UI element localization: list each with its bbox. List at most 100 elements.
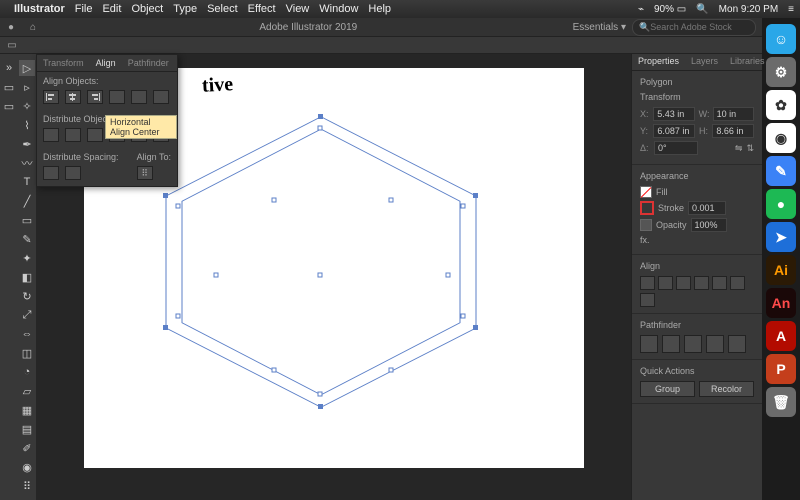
dock-app-trash[interactable]: 🗑 [766, 387, 796, 417]
curvature-tool[interactable]: 〰 [19, 155, 35, 171]
window-close[interactable]: ● [2, 18, 20, 36]
h-field[interactable]: 8.66 in [712, 124, 754, 138]
menu-select[interactable]: Select [207, 3, 238, 15]
perspective-tool[interactable]: ▱ [19, 383, 35, 399]
menu-help[interactable]: Help [368, 3, 391, 15]
more-tools-icon[interactable]: » [1, 60, 17, 76]
p-align-right-icon[interactable] [676, 276, 691, 290]
pf-unite-icon[interactable] [640, 335, 658, 353]
flip-v-icon[interactable]: ⇅ [746, 143, 754, 154]
stroke-swatch-prop[interactable] [640, 201, 654, 215]
dock-app-notes[interactable]: ✎ [766, 156, 796, 186]
recolor-button[interactable]: Recolor [699, 381, 754, 397]
line-tool[interactable]: ╱ [19, 193, 35, 209]
align-hcenter-icon[interactable] [65, 90, 81, 104]
menu-window[interactable]: Window [319, 3, 358, 15]
gradient-tool[interactable]: ▤ [19, 421, 35, 437]
wifi-icon[interactable]: ⌁ [638, 4, 644, 15]
rectangle-tool[interactable]: ▭ [19, 212, 35, 228]
flip-h-icon[interactable]: ⇋ [735, 143, 743, 154]
align-right-icon[interactable] [87, 90, 103, 104]
p-align-bottom-icon[interactable] [730, 276, 745, 290]
p-align-hcenter-icon[interactable] [658, 276, 673, 290]
angle-field[interactable]: 0° [654, 141, 698, 155]
y-field[interactable]: 6.087 in [653, 124, 695, 138]
p-align-vcenter-icon[interactable] [712, 276, 727, 290]
tab-layers[interactable]: Layers [685, 54, 724, 70]
dist-vcenter-icon[interactable] [65, 128, 81, 142]
shaper-tool[interactable]: ✦ [19, 250, 35, 266]
fx-label[interactable]: fx. [640, 235, 650, 245]
pf-minus-front-icon[interactable] [662, 335, 680, 353]
w-field[interactable]: 10 in [713, 107, 754, 121]
width-tool[interactable]: ⇔ [19, 326, 35, 342]
file-icon[interactable]: ▭ [1, 79, 17, 95]
menu-view[interactable]: View [286, 3, 310, 15]
eyedropper-tool[interactable]: ✐ [19, 440, 35, 456]
tab-align[interactable]: Align [90, 58, 122, 68]
home-icon[interactable]: ⌂ [24, 18, 42, 36]
dock-app-photos[interactable]: ✿ [766, 90, 796, 120]
pf-divide-icon[interactable] [728, 335, 746, 353]
p-align-left-icon[interactable] [640, 276, 655, 290]
dock-app-spotify[interactable]: ● [766, 189, 796, 219]
dist-top-icon[interactable] [43, 128, 59, 142]
align-vcenter-icon[interactable] [131, 90, 147, 104]
blend-tool[interactable]: ◉ [19, 459, 35, 475]
menu-edit[interactable]: Edit [102, 3, 121, 15]
menu-object[interactable]: Object [131, 3, 163, 15]
type-tool[interactable]: T [19, 174, 35, 190]
lasso-tool[interactable]: ⌇ [19, 117, 35, 133]
shape-builder-tool[interactable]: ◔ [19, 364, 35, 380]
opacity-swatch[interactable] [640, 219, 652, 231]
fill-swatch-prop[interactable] [640, 186, 652, 198]
scale-tool[interactable]: ⤢ [19, 307, 35, 323]
clock[interactable]: Mon 9:20 PM [719, 4, 778, 15]
dock-app-acrobat[interactable]: A [766, 321, 796, 351]
dist-vspace-icon[interactable] [43, 166, 59, 180]
dock-app-finder[interactable]: ☺ [766, 24, 796, 54]
free-transform-tool[interactable]: ◫ [19, 345, 35, 361]
align-to-selection-icon[interactable]: ⠿ [137, 166, 153, 180]
p-align-top-icon[interactable] [694, 276, 709, 290]
app-menu[interactable]: Illustrator [14, 3, 65, 15]
symbol-sprayer-tool[interactable]: ⠿ [19, 478, 35, 494]
menu-type[interactable]: Type [173, 3, 197, 15]
rotate-tool[interactable]: ↻ [19, 288, 35, 304]
notification-center-icon[interactable]: ≡ [788, 4, 794, 15]
dist-bottom-icon[interactable] [87, 128, 103, 142]
magic-wand-tool[interactable]: ✧ [19, 98, 35, 114]
tab-transform[interactable]: Transform [37, 58, 90, 68]
stroke-weight-field[interactable]: 0.001 [688, 201, 726, 215]
dock-app-animate[interactable]: An [766, 288, 796, 318]
eraser-tool[interactable]: ◧ [19, 269, 35, 285]
menu-effect[interactable]: Effect [248, 3, 276, 15]
paintbrush-tool[interactable]: ✎ [19, 231, 35, 247]
dock-app-safari[interactable]: ➤ [766, 222, 796, 252]
align-top-icon[interactable] [109, 90, 125, 104]
align-panel[interactable]: Transform Align Pathfinder Align Objects… [36, 54, 178, 187]
workspace-switcher[interactable]: Essentials ▾ [573, 22, 626, 33]
tab-libraries[interactable]: Libraries [724, 54, 771, 70]
dist-hspace-icon[interactable] [65, 166, 81, 180]
tab-properties[interactable]: Properties [632, 54, 685, 70]
pf-intersect-icon[interactable] [684, 335, 702, 353]
dock-app-illustrator[interactable]: Ai [766, 255, 796, 285]
direct-selection-tool[interactable]: ▹ [19, 79, 35, 95]
tab-pathfinder[interactable]: Pathfinder [122, 58, 175, 68]
p-align-more-icon[interactable] [640, 293, 655, 307]
pf-exclude-icon[interactable] [706, 335, 724, 353]
group-button[interactable]: Group [640, 381, 695, 397]
mesh-tool[interactable]: ▦ [19, 402, 35, 418]
align-bottom-icon[interactable] [153, 90, 169, 104]
hexagon-shape[interactable] [146, 108, 496, 418]
spotlight-icon[interactable]: 🔍 [696, 4, 708, 15]
battery-status[interactable]: 90% ▭ [654, 4, 686, 15]
selection-tool[interactable]: ▷ [19, 60, 35, 76]
pen-tool[interactable]: ✒ [19, 136, 35, 152]
opacity-field[interactable]: 100% [691, 218, 727, 232]
dock-app-powerpoint[interactable]: P [766, 354, 796, 384]
menu-file[interactable]: File [75, 3, 93, 15]
file-icon-2[interactable]: ▭ [1, 98, 17, 114]
x-field[interactable]: 5.43 in [653, 107, 694, 121]
